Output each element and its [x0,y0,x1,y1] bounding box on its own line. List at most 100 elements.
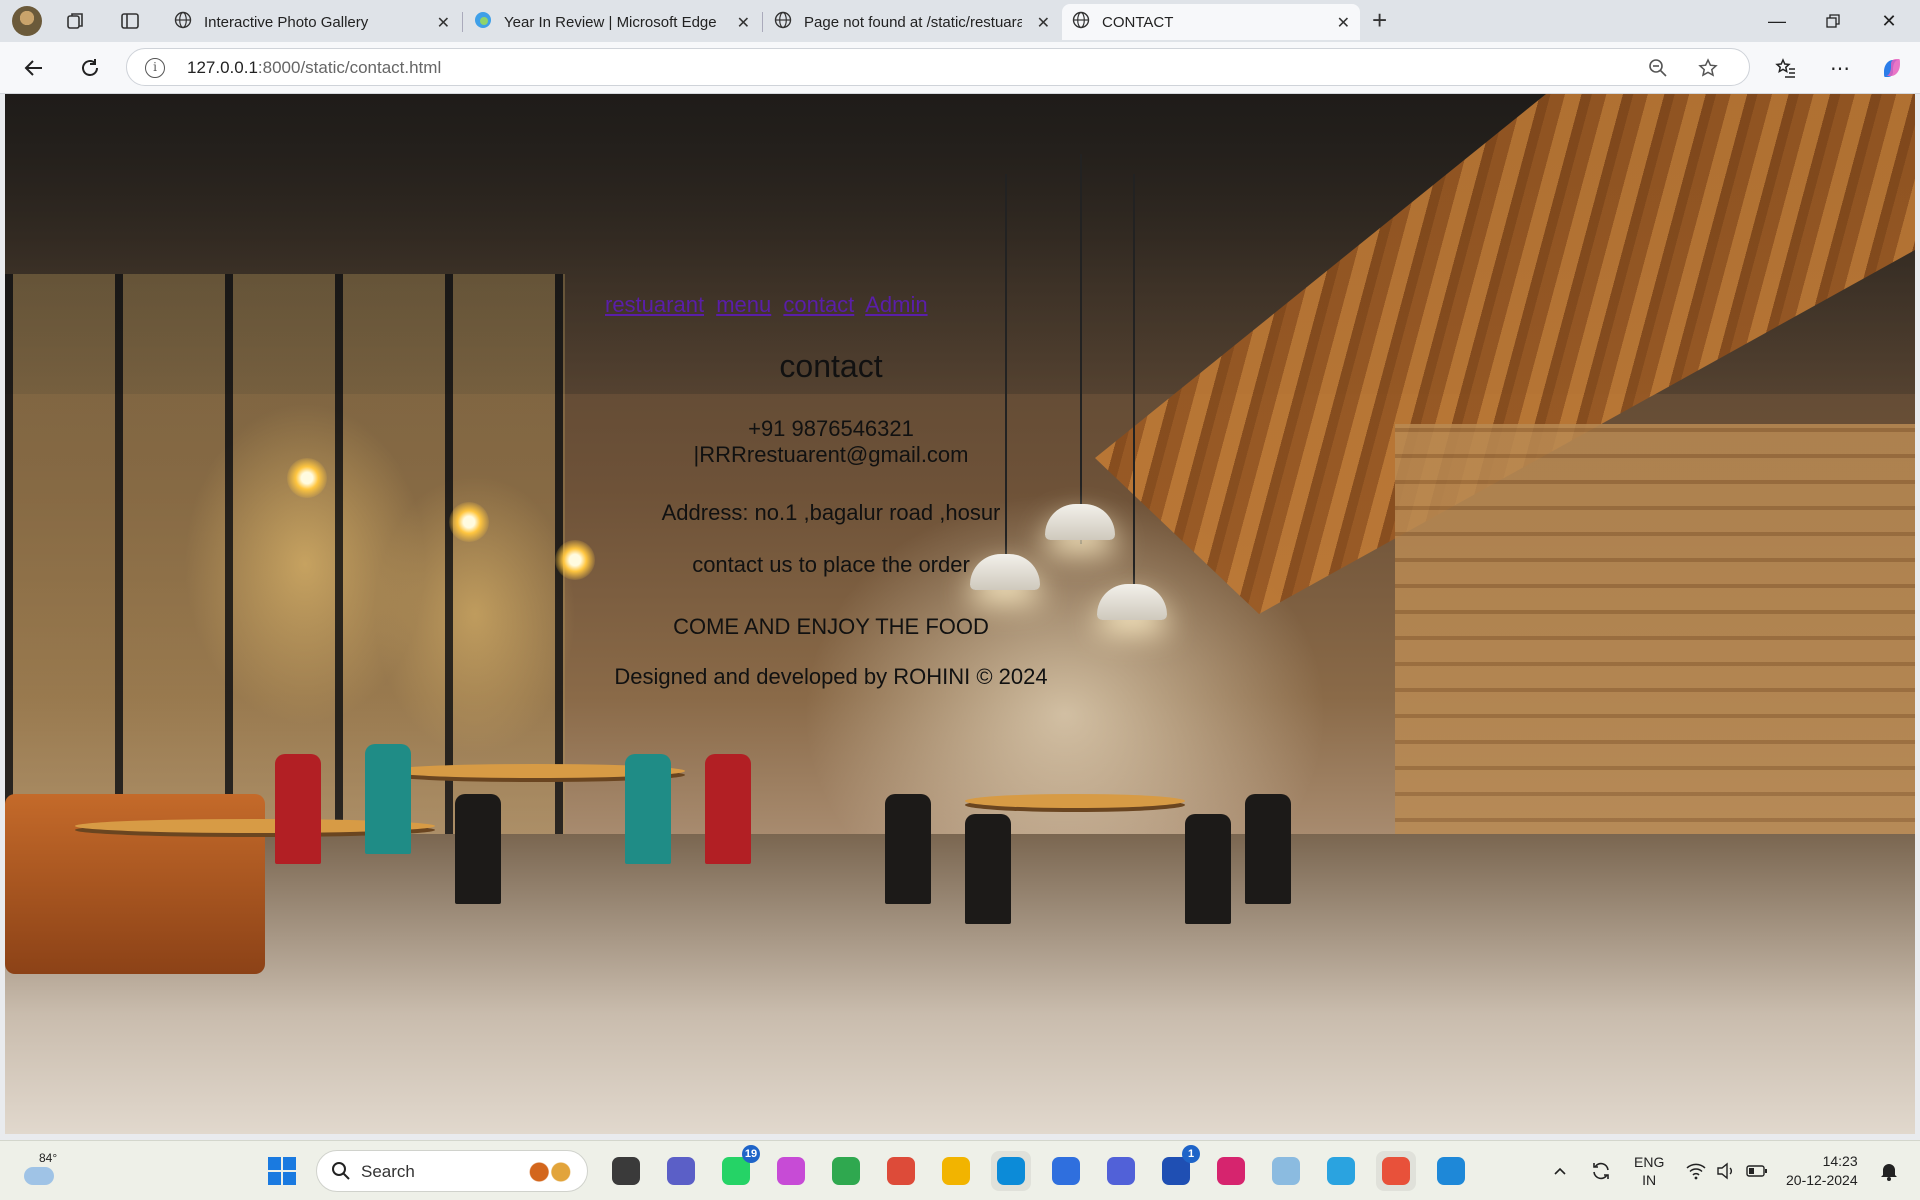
language-indicator[interactable]: ENG IN [1634,1153,1664,1189]
nav-link-menu[interactable]: menu [716,292,771,317]
tab-title: Interactive Photo Gallery [204,13,369,31]
tagline: COME AND ENJOY THE FOOD [673,614,989,639]
workspaces-icon[interactable] [64,9,88,33]
weather-widget[interactable]: 84° [22,1151,60,1191]
windows-start-icon[interactable] [268,1157,296,1185]
vector-app-icon[interactable] [1101,1151,1141,1191]
nav-link-contact[interactable]: contact [783,292,854,317]
store-glyph [1052,1157,1080,1185]
minimize-button[interactable]: — [1754,6,1800,36]
back-button[interactable] [20,54,48,82]
close-icon[interactable]: ✕ [1037,13,1050,33]
tab-divider [762,12,763,32]
teams-icon[interactable] [661,1151,701,1191]
whatsapp-icon[interactable]: 19 [716,1145,760,1191]
lens-icon[interactable]: 1 [1156,1145,1200,1191]
chrome-icon[interactable] [881,1151,921,1191]
page-viewport: restuarant menu contact Admin contact +9… [5,94,1915,1134]
paint-icon[interactable] [1376,1151,1416,1191]
canva-glyph [1272,1157,1300,1185]
site-nav: restuarant menu contact Admin [605,292,934,318]
telegram-glyph [1327,1157,1355,1185]
chrome-glyph [887,1157,915,1185]
phone-number: +91 9876546321 [748,416,914,441]
site-info-icon[interactable]: i [145,58,165,78]
sync-icon[interactable] [1590,1141,1612,1200]
zoom-icon[interactable] [1647,57,1669,79]
taskbar-search[interactable]: Search [316,1150,588,1192]
clock-time: 14:23 [1822,1153,1858,1169]
edge-icon[interactable] [991,1151,1031,1191]
tab-page-not-found[interactable]: Page not found at /static/restuarant ✕ [764,4,1060,40]
battery-icon[interactable] [1746,1141,1768,1200]
tab-title: Year In Review | Microsoft Edge [504,13,717,31]
weather-temp: 84° [39,1151,58,1165]
globe-icon [774,11,792,33]
instagram-glyph [1217,1157,1245,1185]
tab-divider [462,12,463,32]
browser-toolbar: i 127.0.0.1:8000/static/contact.html ⋯ [0,42,1920,94]
page-title: contact [779,348,883,384]
tab-title: CONTACT [1102,13,1174,31]
region-code: IN [1642,1172,1657,1188]
more-options-icon[interactable]: ⋯ [1826,54,1854,82]
close-window-button[interactable]: ✕ [1866,6,1912,36]
file-explorer-glyph [942,1157,970,1185]
favorite-star-icon[interactable] [1697,57,1719,79]
telegram-icon[interactable] [1321,1151,1361,1191]
tab-contact[interactable]: CONTACT ✕ [1062,4,1360,40]
tab-year-in-review[interactable]: Year In Review | Microsoft Edge ✕ [464,4,760,40]
search-highlight-icon [523,1158,577,1186]
store-icon[interactable] [1046,1151,1086,1191]
tab-actions-icon[interactable] [118,9,142,33]
file-explorer-icon[interactable] [936,1151,976,1191]
profile-avatar[interactable] [12,6,42,36]
refresh-app-icon[interactable] [826,1151,866,1191]
order-note: contact us to place the order [692,552,970,577]
url-text[interactable]: 127.0.0.1:8000/static/contact.html [187,58,441,78]
notification-badge: 19 [742,1145,760,1163]
email-address: |RRRrestuarent@gmail.com [693,442,969,467]
wifi-icon[interactable] [1686,1141,1706,1200]
vscode-icon[interactable] [1431,1151,1471,1191]
instagram-icon[interactable] [1211,1151,1251,1191]
nav-link-admin[interactable]: Admin [865,292,927,317]
tab-title: Page not found at /static/restuarant [804,13,1022,31]
paint-glyph [1382,1157,1410,1185]
teams-glyph [667,1157,695,1185]
search-icon [332,1162,350,1180]
copilot-icon[interactable] [1878,54,1906,82]
refresh-button[interactable] [76,54,104,82]
globe-icon [174,11,192,33]
edge-glyph [997,1157,1025,1185]
nav-link-restuarant[interactable]: restuarant [605,292,704,317]
new-tab-button[interactable]: + [1372,7,1387,33]
address-bar[interactable]: i 127.0.0.1:8000/static/contact.html [126,48,1750,86]
vector-app-glyph [1107,1157,1135,1185]
vscode-glyph [1437,1157,1465,1185]
footer-credit: Designed and developed by ROHINI © 2024 [614,664,1048,689]
close-icon[interactable]: ✕ [1337,13,1350,33]
show-hidden-icons[interactable] [1552,1141,1568,1200]
close-icon[interactable]: ✕ [737,13,750,33]
page-content: restuarant menu contact Admin contact +9… [5,94,1915,1134]
notification-badge: 1 [1182,1145,1200,1163]
browser-titlebar: Interactive Photo Gallery ✕ Year In Revi… [0,0,1920,42]
tab-photo-gallery[interactable]: Interactive Photo Gallery ✕ [164,4,460,40]
canva-icon[interactable] [1266,1151,1306,1191]
file-manager-glyph [612,1157,640,1185]
taskbar: 84° Search 19 1 ENG IN 14:23 20-12-2024 [0,1140,1920,1200]
favorites-icon[interactable] [1772,54,1800,82]
cloud-icon [24,1167,54,1185]
globe-icon [1072,11,1090,33]
file-manager-icon[interactable] [606,1151,646,1191]
restore-button[interactable] [1810,6,1856,36]
clock-date: 20-12-2024 [1786,1172,1858,1188]
system-clock[interactable]: 14:23 20-12-2024 [1786,1152,1858,1190]
notification-bell-icon[interactable] [1880,1141,1898,1200]
language-code: ENG [1634,1154,1665,1170]
search-label: Search [361,1162,415,1181]
volume-icon[interactable] [1716,1141,1736,1200]
close-icon[interactable]: ✕ [437,13,450,33]
copilot-icon[interactable] [771,1151,811,1191]
